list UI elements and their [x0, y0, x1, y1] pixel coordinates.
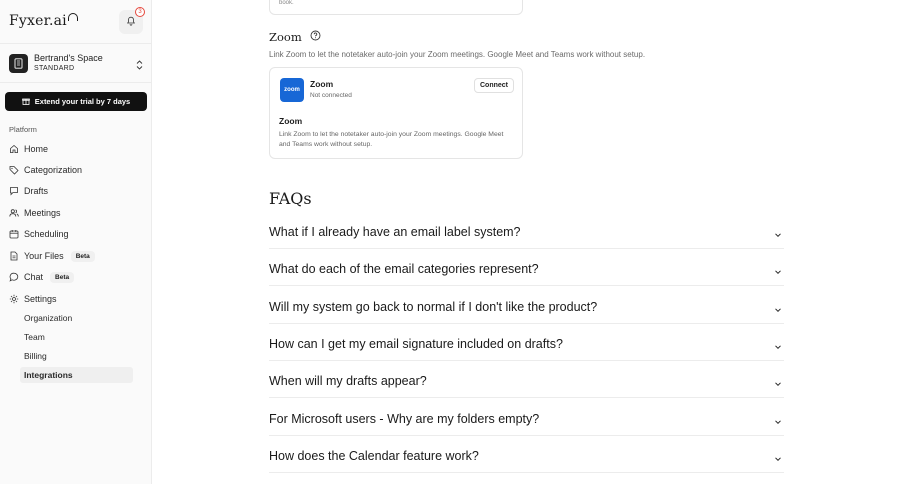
bell-icon	[126, 13, 136, 31]
tag-icon	[9, 165, 19, 175]
workspace-avatar	[9, 53, 28, 73]
connect-button[interactable]: Connect	[474, 78, 514, 93]
sidebar-subitem-integrations[interactable]: Integrations	[20, 367, 133, 383]
faq-item[interactable]: When will my drafts appear?	[269, 361, 784, 398]
gift-icon	[21, 97, 30, 107]
faq-question: What do each of the email categories rep…	[269, 262, 539, 276]
faq-item[interactable]: What do each of the email categories rep…	[269, 249, 784, 286]
home-icon	[9, 144, 19, 154]
zoom-section-description: Link Zoom to let the notetaker auto-join…	[269, 50, 646, 59]
faq-item[interactable]: What if I already have an email label sy…	[269, 212, 784, 249]
sidebar-item-label: Categorization	[24, 165, 83, 175]
workspace-name: Bertrand's Space	[34, 53, 103, 63]
extend-trial-button[interactable]: Extend your trial by 7 days	[5, 92, 147, 111]
faq-item[interactable]: Will my system go back to normal if I do…	[269, 287, 784, 324]
zoom-card-subtitle: Zoom	[279, 116, 303, 126]
previous-card-text: book.	[279, 0, 294, 6]
sidebar: Fyxer.ai 3 Bertrand's Space STANDARD Ext…	[0, 0, 152, 484]
extend-trial-label: Extend your trial by 7 days	[34, 97, 131, 106]
people-icon	[9, 208, 19, 218]
sidebar-item-label: Your Files	[24, 251, 64, 261]
sidebar-item-label: Home	[24, 144, 49, 154]
sidebar-divider	[0, 43, 152, 44]
faq-title: FAQs	[269, 189, 312, 208]
sidebar-subitem-billing[interactable]: Billing	[20, 348, 133, 364]
chevron-down-icon	[774, 263, 782, 275]
zoom-logo: zoom	[280, 78, 304, 102]
sidebar-item-label: Chat	[24, 272, 44, 282]
sidebar-item-chat[interactable]: Chat Beta	[9, 269, 75, 285]
zoom-section-title: Zoom	[269, 30, 321, 44]
chevron-down-icon	[774, 301, 782, 313]
zoom-connection-status: Not connected	[310, 92, 352, 99]
chevron-down-icon	[774, 338, 782, 350]
beta-badge: Beta	[50, 271, 75, 283]
faq-question: What if I already have an email label sy…	[269, 225, 521, 239]
sidebar-item-your-files[interactable]: Your Files Beta	[9, 248, 95, 264]
sidebar-subitem-team[interactable]: Team	[20, 329, 133, 345]
chat-icon	[9, 272, 19, 282]
faq-item[interactable]: How does the Calendar feature work?	[269, 436, 784, 473]
chevron-down-icon	[774, 375, 782, 387]
beta-badge: Beta	[70, 250, 95, 262]
sidebar-item-settings[interactable]: Settings	[9, 291, 57, 307]
workspace-plan: STANDARD	[34, 65, 75, 72]
sidebar-item-drafts[interactable]: Drafts	[9, 183, 48, 199]
faq-question: For Microsoft users - Why are my folders…	[269, 412, 540, 426]
sidebar-item-label: Scheduling	[24, 229, 69, 239]
zoom-card-description: Link Zoom to let the notetaker auto-join…	[279, 131, 504, 148]
logo-mark	[67, 13, 78, 21]
sidebar-item-label: Drafts	[24, 186, 49, 196]
help-icon[interactable]	[310, 30, 321, 44]
sidebar-item-home[interactable]: Home	[9, 141, 48, 157]
sidebar-item-label: Meetings	[24, 208, 61, 218]
section-label-platform: Platform	[9, 125, 37, 134]
sidebar-subitem-organization[interactable]: Organization	[20, 310, 133, 326]
file-icon	[9, 251, 19, 261]
faq-question: Will my system go back to normal if I do…	[269, 300, 598, 314]
chevron-down-icon	[774, 226, 782, 238]
faq-item[interactable]: How can I get my email signature include…	[269, 324, 784, 361]
notification-badge: 3	[135, 7, 145, 17]
app-logo[interactable]: Fyxer.ai	[9, 13, 78, 29]
sidebar-item-scheduling[interactable]: Scheduling	[9, 226, 69, 242]
gear-icon	[9, 294, 19, 304]
workspace-switcher[interactable]: Bertrand's Space STANDARD	[9, 52, 145, 74]
previous-integration-card	[269, 0, 523, 15]
sidebar-item-label: Settings	[24, 294, 57, 304]
zoom-integration-card: zoom Zoom Not connected Connect Zoom Lin…	[269, 67, 523, 159]
faq-item[interactable]: For Microsoft users - Why are my folders…	[269, 399, 784, 436]
calendar-icon	[9, 229, 19, 239]
sidebar-item-categorization[interactable]: Categorization	[9, 162, 82, 178]
faq-question: How does the Calendar feature work?	[269, 449, 479, 463]
chevron-down-icon	[774, 450, 782, 462]
sidebar-item-meetings[interactable]: Meetings	[9, 205, 61, 221]
faq-question: How can I get my email signature include…	[269, 337, 563, 351]
faq-question: When will my drafts appear?	[269, 374, 427, 388]
chevron-updown-icon	[136, 57, 143, 75]
sidebar-divider	[0, 82, 152, 83]
chevron-down-icon	[774, 413, 782, 425]
zoom-section-heading: Zoom	[269, 30, 302, 44]
zoom-card-name: Zoom	[310, 79, 334, 89]
message-icon	[9, 186, 19, 196]
